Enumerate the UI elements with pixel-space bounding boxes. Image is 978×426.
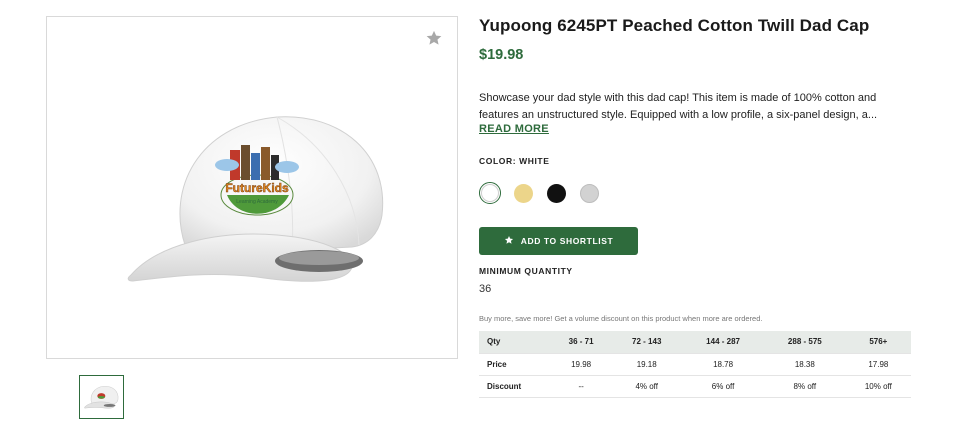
product-title: Yupoong 6245PT Peached Cotton Twill Dad …: [479, 16, 870, 35]
color-label: COLOR: WHITE: [479, 156, 550, 166]
swatch-khaki[interactable]: [512, 182, 534, 204]
product-description: Showcase your dad style with this dad ca…: [479, 92, 878, 121]
swatch-white[interactable]: [479, 182, 501, 204]
table-cell: 10% off: [845, 375, 911, 398]
table-cell: 36 - 71: [551, 331, 612, 354]
star-icon: [504, 235, 514, 247]
table-cell: 576+: [845, 331, 911, 354]
table-row-label: Qty: [479, 331, 551, 354]
table-cell: --: [551, 375, 612, 398]
table-cell: 19.18: [611, 353, 683, 376]
logo-text: FutureKids: [225, 181, 289, 195]
table-cell: 19.98: [551, 353, 612, 376]
minimum-quantity-value: 36: [479, 283, 492, 295]
thumbnail-image[interactable]: [79, 375, 124, 419]
table-row-label: Price: [479, 353, 551, 376]
table-cell: 4% off: [611, 375, 683, 398]
table-cell: 17.98: [845, 353, 911, 376]
table-row: Discount -- 4% off 6% off 8% off 10% off: [479, 375, 911, 398]
logo-subtext: Learning Academy: [236, 199, 278, 205]
table-row: Price 19.98 19.18 18.78 18.38 17.98: [479, 353, 911, 376]
add-to-shortlist-label: ADD TO SHORTLIST: [520, 236, 614, 246]
swatch-grey[interactable]: [578, 182, 600, 204]
product-main-image[interactable]: FutureKids Learning Academy: [127, 95, 397, 300]
table-cell: 72 - 143: [611, 331, 683, 354]
favorite-star-icon[interactable]: [425, 29, 443, 47]
minimum-quantity-label: MINIMUM QUANTITY: [479, 266, 573, 276]
table-cell: 6% off: [682, 375, 764, 398]
product-image-gallery: FutureKids Learning Academy: [46, 16, 458, 359]
table-cell: 288 - 575: [763, 331, 846, 354]
table-row-label: Discount: [479, 375, 551, 398]
table-cell: 18.78: [682, 353, 764, 376]
table-header-row: Qty 36 - 71 72 - 143 144 - 287 288 - 575…: [479, 331, 911, 354]
product-price: $19.98: [479, 47, 524, 63]
swatch-black[interactable]: [545, 182, 567, 204]
table-cell: 8% off: [763, 375, 846, 398]
table-cell: 18.38: [763, 353, 846, 376]
volume-pricing-table: Qty 36 - 71 72 - 143 144 - 287 288 - 575…: [479, 331, 911, 398]
table-cell: 144 - 287: [682, 331, 764, 354]
add-to-shortlist-button[interactable]: ADD TO SHORTLIST: [479, 227, 638, 255]
read-more-link[interactable]: READ MORE: [479, 123, 549, 135]
color-swatches: [479, 182, 600, 204]
volume-discount-note: Buy more, save more! Get a volume discou…: [479, 314, 763, 323]
